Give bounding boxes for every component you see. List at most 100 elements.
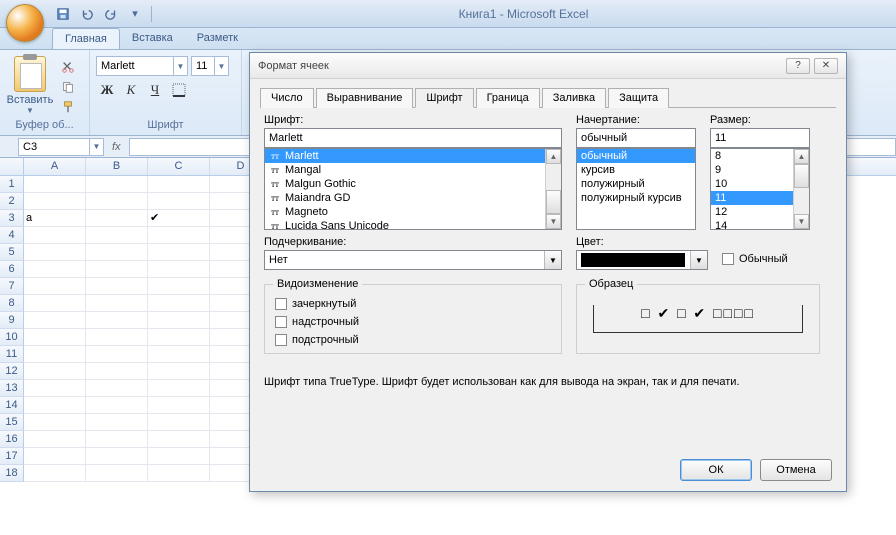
row-header[interactable]: 1	[0, 176, 24, 193]
cell[interactable]	[24, 465, 86, 482]
cell[interactable]	[24, 329, 86, 346]
scroll-down-icon[interactable]: ▼	[794, 214, 809, 229]
dialog-tab[interactable]: Шрифт	[415, 88, 473, 108]
row-header[interactable]: 11	[0, 346, 24, 363]
scroll-thumb[interactable]	[794, 164, 809, 188]
redo-icon[interactable]	[100, 4, 122, 24]
scroll-thumb[interactable]	[546, 190, 561, 214]
undo-icon[interactable]	[76, 4, 98, 24]
cell[interactable]	[24, 176, 86, 193]
col-header[interactable]: A	[24, 158, 86, 175]
scrollbar[interactable]: ▲▼	[545, 149, 561, 229]
dialog-tab[interactable]: Выравнивание	[316, 88, 414, 108]
style-listbox[interactable]: обычныйкурсивполужирныйполужирный курсив	[576, 148, 696, 230]
cell[interactable]	[86, 397, 148, 414]
cell[interactable]	[24, 414, 86, 431]
list-item[interactable]: обычный	[577, 149, 695, 163]
format-painter-icon[interactable]	[58, 98, 78, 116]
cell[interactable]	[24, 312, 86, 329]
color-combo[interactable]: ▼	[576, 250, 708, 270]
cell[interactable]: a	[24, 210, 86, 227]
underline-button[interactable]: Ч	[146, 81, 164, 99]
col-header[interactable]: B	[86, 158, 148, 175]
cell[interactable]	[148, 312, 210, 329]
cell[interactable]	[148, 227, 210, 244]
name-box[interactable]: C3▼	[18, 138, 104, 156]
superscript-checkbox[interactable]: надстрочный	[275, 313, 551, 331]
list-item[interactable]: ᴛᴛMaiandra GD	[265, 191, 561, 205]
close-button[interactable]: ✕	[814, 58, 838, 74]
tab-insert[interactable]: Вставка	[120, 28, 185, 49]
list-item[interactable]: ᴛᴛLucida Sans Unicode	[265, 219, 561, 230]
cell[interactable]	[24, 193, 86, 210]
row-header[interactable]: 10	[0, 329, 24, 346]
font-name-combo[interactable]: Marlett▼	[96, 56, 188, 76]
cell[interactable]	[24, 261, 86, 278]
cell[interactable]	[86, 244, 148, 261]
underline-combo[interactable]: Нет▼	[264, 250, 562, 270]
ok-button[interactable]: ОК	[680, 459, 752, 481]
dialog-tab[interactable]: Граница	[476, 88, 540, 108]
list-item[interactable]: полужирный	[577, 177, 695, 191]
cell[interactable]	[24, 380, 86, 397]
dialog-tab[interactable]: Защита	[608, 88, 669, 108]
fx-icon[interactable]: fx	[112, 141, 121, 153]
cell[interactable]	[148, 193, 210, 210]
cell[interactable]	[24, 431, 86, 448]
cell[interactable]	[148, 431, 210, 448]
cell[interactable]	[86, 380, 148, 397]
cell[interactable]	[86, 210, 148, 227]
list-item[interactable]: ᴛᴛMangal	[265, 163, 561, 177]
paste-button[interactable]: Вставить ▼	[6, 54, 54, 115]
cell[interactable]	[24, 448, 86, 465]
row-header[interactable]: 2	[0, 193, 24, 210]
office-button[interactable]	[6, 4, 44, 42]
list-item[interactable]: ᴛᴛMarlett	[265, 149, 561, 163]
row-header[interactable]: 5	[0, 244, 24, 261]
cell[interactable]	[24, 346, 86, 363]
bold-button[interactable]: Ж	[98, 81, 116, 99]
qat-customize-icon[interactable]: ▾	[124, 4, 146, 24]
tab-home[interactable]: Главная	[52, 28, 120, 49]
size-input[interactable]	[710, 128, 810, 148]
row-header[interactable]: 13	[0, 380, 24, 397]
help-button[interactable]: ?	[786, 58, 810, 74]
list-item[interactable]: ᴛᴛMalgun Gothic	[265, 177, 561, 191]
cell[interactable]	[148, 465, 210, 482]
cell[interactable]	[86, 329, 148, 346]
cell[interactable]	[86, 295, 148, 312]
cell[interactable]	[86, 312, 148, 329]
cut-icon[interactable]	[58, 58, 78, 76]
row-header[interactable]: 14	[0, 397, 24, 414]
cell[interactable]	[86, 261, 148, 278]
cell[interactable]	[86, 193, 148, 210]
row-header[interactable]: 12	[0, 363, 24, 380]
cell[interactable]	[148, 295, 210, 312]
cell[interactable]	[86, 448, 148, 465]
row-header[interactable]: 6	[0, 261, 24, 278]
cell[interactable]	[24, 244, 86, 261]
normal-font-checkbox[interactable]: Обычный	[722, 250, 788, 268]
font-listbox[interactable]: ᴛᴛMarlettᴛᴛMangalᴛᴛMalgun GothicᴛᴛMaiand…	[264, 148, 562, 230]
cancel-button[interactable]: Отмена	[760, 459, 832, 481]
save-icon[interactable]	[52, 4, 74, 24]
scroll-up-icon[interactable]: ▲	[794, 149, 809, 164]
cell[interactable]	[148, 363, 210, 380]
cell[interactable]	[148, 380, 210, 397]
list-item[interactable]: полужирный курсив	[577, 191, 695, 205]
font-size-combo[interactable]: 11▼	[191, 56, 229, 76]
cell[interactable]	[24, 278, 86, 295]
dialog-tab[interactable]: Заливка	[542, 88, 606, 108]
cell[interactable]	[148, 261, 210, 278]
scroll-down-icon[interactable]: ▼	[546, 214, 561, 229]
row-header[interactable]: 3	[0, 210, 24, 227]
cell[interactable]	[148, 278, 210, 295]
cell[interactable]	[86, 278, 148, 295]
list-item[interactable]: курсив	[577, 163, 695, 177]
row-header[interactable]: 7	[0, 278, 24, 295]
dialog-titlebar[interactable]: Формат ячеек ? ✕	[250, 53, 846, 79]
cell[interactable]	[86, 176, 148, 193]
row-header[interactable]: 8	[0, 295, 24, 312]
col-header[interactable]: C	[148, 158, 210, 175]
tab-layout[interactable]: Разметк	[185, 28, 250, 49]
